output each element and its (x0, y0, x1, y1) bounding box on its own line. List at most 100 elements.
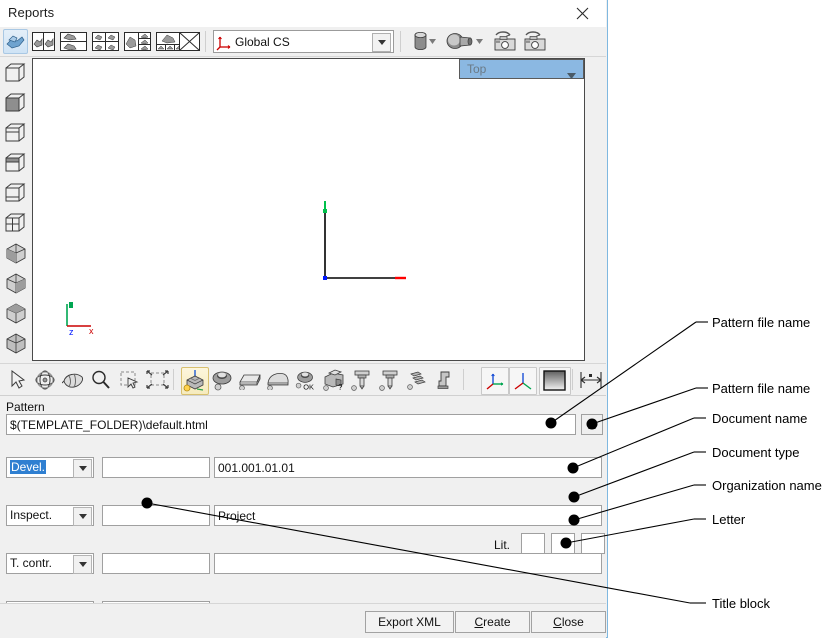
chevron-down-icon[interactable] (372, 33, 391, 52)
report-quad-icon-button[interactable] (91, 29, 120, 54)
report-single-icon-button[interactable] (3, 29, 28, 54)
select-arrow-icon-button[interactable] (4, 367, 30, 393)
zoom-view-icon-button[interactable] (88, 367, 114, 393)
rotate-view-icon-button[interactable] (32, 367, 58, 393)
report-none-icon (179, 32, 200, 51)
triad-axes-icon (514, 373, 532, 390)
graphics-viewport[interactable]: Top z x (32, 58, 585, 361)
rotate-view-icon (35, 370, 55, 390)
measure-icon-button[interactable] (578, 367, 604, 393)
window-close-button[interactable] (560, 0, 604, 26)
snapshot-add-icon-button[interactable] (491, 29, 519, 54)
show-shaded-icon-button[interactable] (265, 367, 291, 393)
view-top-icon-button[interactable] (3, 120, 28, 146)
coordinate-system-select[interactable]: Global CS (213, 30, 394, 53)
show-holder-icon (437, 371, 450, 389)
document-type-input[interactable] (214, 505, 602, 526)
pan-view-icon (61, 373, 83, 388)
pattern-browse-button[interactable]: ... (581, 414, 603, 435)
machined-part-icon-button[interactable] (445, 29, 475, 54)
annotation-label-organization-name: Organization name (712, 478, 822, 493)
view-iso-se-icon-button[interactable] (3, 270, 28, 296)
show-stock-icon-button[interactable] (181, 367, 209, 395)
view-iso-se-icon (6, 272, 25, 294)
cylinder-stock-dropdown[interactable] (427, 29, 437, 54)
show-holder-icon-button[interactable] (433, 367, 459, 393)
toolbar-separator (205, 31, 206, 52)
organization-name-input[interactable] (214, 553, 602, 574)
view-iso-nw-icon-button[interactable] (3, 300, 28, 326)
triad-xyz-icon-button[interactable] (481, 367, 509, 395)
report-two-rows-icon-button[interactable] (59, 29, 88, 54)
view-orientation-select[interactable]: Top (459, 59, 584, 79)
report-mixed-icon (124, 32, 151, 51)
lit-box-3[interactable] (581, 533, 605, 554)
show-solid-icon (239, 374, 261, 390)
zoom-fit-icon (145, 370, 169, 389)
show-toolpath-icon-button[interactable] (405, 367, 431, 393)
export-xml-button[interactable]: Export XML (365, 611, 454, 633)
view-front-icon (5, 63, 26, 82)
triad-axes-icon-button[interactable] (509, 367, 537, 395)
report-pair-icon-button[interactable] (31, 29, 56, 54)
report-none-icon-button[interactable] (177, 29, 202, 54)
role-select-devel[interactable]: Devel. (6, 457, 94, 478)
show-result-ok-icon-button[interactable]: OK (293, 367, 319, 393)
annotation-label-pattern-file-name-1: Pattern file name (712, 315, 811, 330)
pattern-input[interactable] (6, 414, 576, 435)
show-tool-icon-button[interactable] (349, 367, 375, 393)
chevron-down-icon (428, 39, 436, 44)
chevron-down-icon[interactable] (73, 459, 92, 478)
person-name-input-devel[interactable] (102, 457, 210, 478)
background-gradient-icon-button[interactable] (539, 367, 571, 395)
report-mixed-icon-button[interactable] (123, 29, 152, 54)
show-stock-icon (183, 370, 204, 392)
view-right-icon (5, 213, 26, 232)
show-result-ok-icon: OK (295, 371, 314, 391)
pan-view-icon-button[interactable] (60, 367, 86, 393)
toolbar-separator (463, 369, 464, 390)
dialog-titlebar: Reports (0, 0, 606, 28)
person-name-input-inspect[interactable] (102, 505, 210, 526)
show-fixture-icon (212, 371, 232, 391)
zoom-window-icon-button[interactable] (116, 367, 142, 393)
machined-part-icon (446, 33, 473, 49)
create-button[interactable]: Create (455, 611, 530, 633)
show-fixture-icon-button[interactable] (209, 367, 235, 393)
show-tool2-icon-button[interactable] (377, 367, 403, 393)
view-iso-ne-icon-button[interactable] (3, 330, 28, 356)
role-select-inspect[interactable]: Inspect. (6, 505, 94, 526)
show-tool-icon (351, 370, 370, 391)
snapshot-view-icon-button[interactable] (521, 29, 549, 54)
zoom-fit-icon-button[interactable] (144, 367, 170, 393)
zoom-view-icon (92, 370, 110, 389)
view-back-icon-button[interactable] (3, 90, 28, 116)
lit-box-2[interactable] (551, 533, 575, 554)
dialog-footer: Export XML Create Close (0, 603, 606, 638)
snapshot-add-icon (494, 30, 516, 50)
toolbar-separator (572, 369, 573, 390)
view-iso-nw-icon (6, 302, 25, 324)
chevron-down-icon[interactable] (567, 66, 576, 84)
view-left-icon-button[interactable] (3, 180, 28, 206)
role-select-tcontr[interactable]: T. contr. (6, 553, 94, 574)
viewport-cs-triad: z x (66, 302, 94, 336)
document-name-input[interactable] (214, 457, 602, 478)
view-toolbar (0, 57, 30, 362)
show-solid-icon-button[interactable] (237, 367, 263, 393)
close-button[interactable]: Close (531, 611, 606, 633)
role-select-inspect-value: Inspect. (10, 508, 53, 522)
machined-part-dropdown[interactable] (474, 29, 484, 54)
lit-box-1[interactable] (521, 533, 545, 554)
show-machine-icon-button[interactable]: ? (321, 367, 347, 393)
chevron-down-icon[interactable] (73, 555, 92, 574)
view-front-icon-button[interactable] (3, 60, 28, 86)
view-iso-sw-icon-button[interactable] (3, 240, 28, 266)
snapshot-view-icon (524, 30, 546, 50)
view-right-icon-button[interactable] (3, 210, 28, 236)
annotation-label-document-name: Document name (712, 411, 808, 426)
person-name-input-tcontr[interactable] (102, 553, 210, 574)
view-bottom-icon-button[interactable] (3, 150, 28, 176)
report-quad-icon (92, 32, 119, 51)
chevron-down-icon[interactable] (73, 507, 92, 526)
